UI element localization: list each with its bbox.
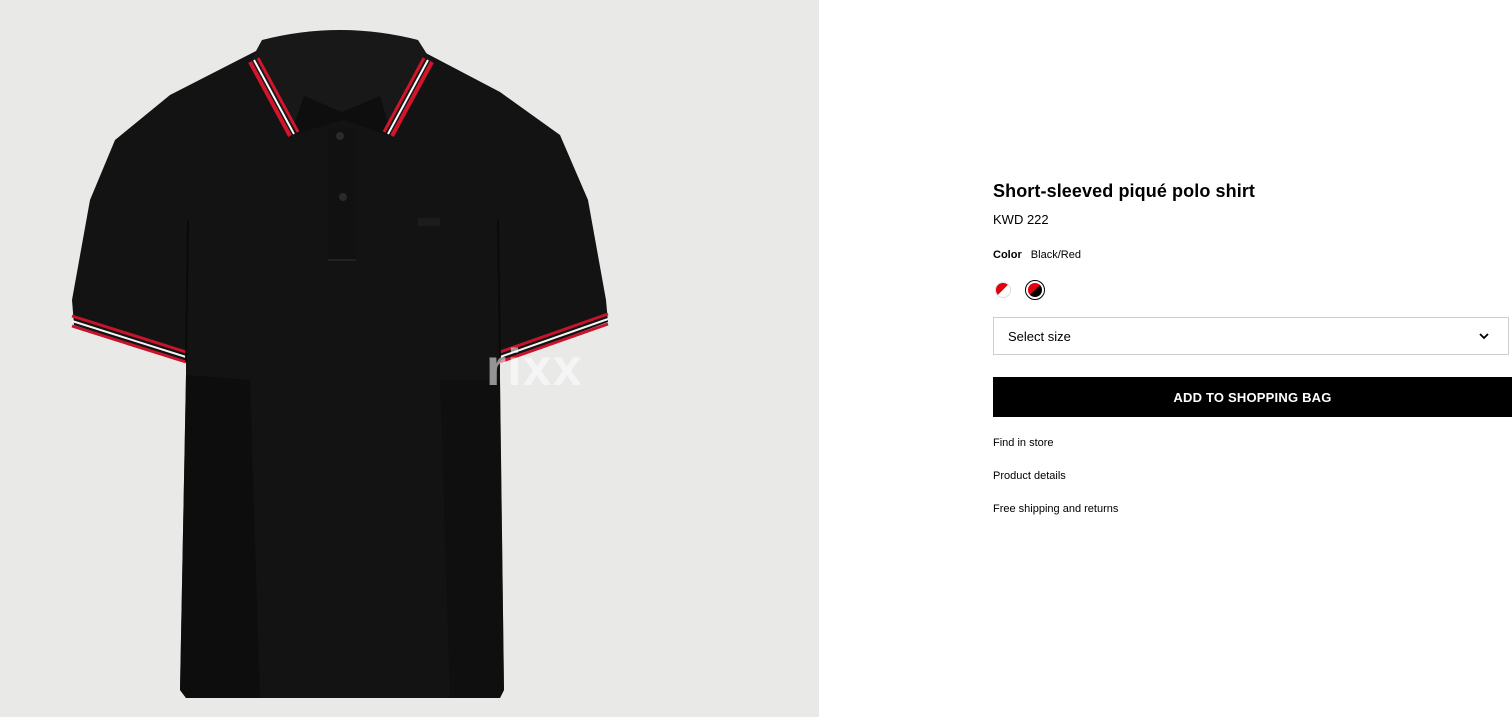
color-row: Color Black/Red (993, 249, 1512, 261)
product-image-panel: rixx (0, 0, 819, 717)
swatch-black-red[interactable] (1028, 283, 1042, 297)
product-price: KWD 222 (993, 212, 1049, 227)
swatch-white-red[interactable] (995, 282, 1011, 298)
shipping-returns-link[interactable]: Free shipping and returns (993, 503, 1512, 515)
color-label: Color (993, 249, 1022, 261)
watermark: rixx (486, 339, 583, 397)
color-swatches (995, 279, 1512, 301)
add-to-bag-button[interactable]: ADD TO SHOPPING BAG (993, 377, 1512, 417)
product-details-link[interactable]: Product details (993, 470, 1512, 482)
color-value: Black/Red (1030, 249, 1081, 261)
size-select[interactable]: Select size (993, 317, 1509, 355)
product-title: Short-sleeved piqué polo shirt (993, 181, 1256, 201)
product-info: Short-sleeved piqué polo shirt KWD 222 C… (993, 181, 1512, 515)
swatch-black-red-selected[interactable] (1025, 280, 1045, 300)
size-select-placeholder: Select size (1008, 328, 1071, 344)
product-page: rixx Short-sleeved piqué polo shirt KWD … (0, 0, 1512, 717)
chevron-down-icon (1479, 333, 1489, 340)
product-info-panel: Short-sleeved piqué polo shirt KWD 222 C… (819, 0, 1512, 717)
find-in-store-link[interactable]: Find in store (993, 437, 1512, 449)
product-image (71, 30, 609, 698)
